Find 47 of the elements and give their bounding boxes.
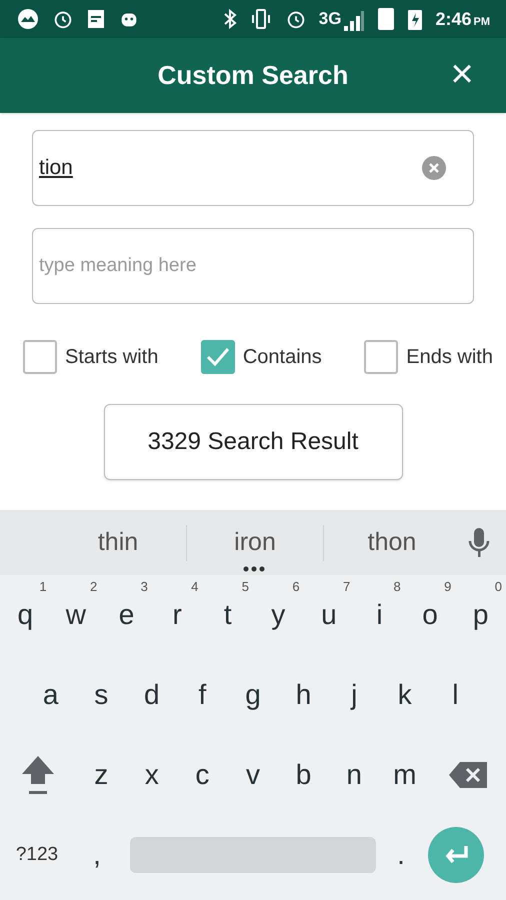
battery-icon <box>407 7 424 31</box>
symbols-key[interactable]: ?123 <box>6 825 68 885</box>
comma-key[interactable]: , <box>68 825 126 885</box>
letter-key[interactable]: f <box>177 663 228 727</box>
word-field[interactable]: tion <box>32 130 474 206</box>
suggestion[interactable]: thin <box>50 524 186 562</box>
letter-key[interactable]: c <box>177 743 228 807</box>
letter-key[interactable]: l <box>430 663 481 727</box>
letter-key[interactable]: n <box>328 743 380 807</box>
clock-period: PM <box>474 14 490 30</box>
close-button[interactable]: × <box>440 52 484 96</box>
checkbox[interactable] <box>23 340 57 374</box>
clock-time: 2:46 <box>435 8 472 30</box>
letter-key[interactable]: k <box>379 663 430 727</box>
microphone-icon[interactable] <box>468 526 490 558</box>
letter-key[interactable]: b <box>278 743 329 807</box>
letter-key[interactable]: s <box>76 663 127 727</box>
suggestion[interactable]: thon <box>324 524 460 562</box>
search-result-button[interactable]: 3329 Search Result <box>104 404 402 480</box>
backspace-icon[interactable] <box>448 761 488 789</box>
checkbox[interactable] <box>364 340 398 374</box>
more-icon[interactable] <box>243 566 265 572</box>
period-key[interactable]: . <box>376 825 426 885</box>
clear-icon[interactable] <box>422 156 446 180</box>
app-icon <box>16 7 40 31</box>
message-icon <box>86 8 106 30</box>
letter-key[interactable]: m <box>379 743 430 807</box>
option-label[interactable]: Starts with <box>65 342 158 372</box>
checkbox[interactable] <box>200 340 235 374</box>
letter-key[interactable]: v <box>228 743 278 807</box>
letter-key[interactable]: x <box>126 743 178 807</box>
network-type: 3G <box>318 8 342 30</box>
suggestion[interactable]: iron <box>187 524 323 562</box>
letter-key[interactable]: g <box>228 663 278 727</box>
dialog-title: Custom Search <box>158 59 348 92</box>
checkmark-icon <box>204 346 231 368</box>
letter-key[interactable]: a <box>25 663 76 727</box>
bluetooth-icon <box>222 8 237 30</box>
option-label[interactable]: Ends with <box>406 342 493 372</box>
letter-key[interactable]: z <box>76 743 127 807</box>
option-label[interactable]: Contains <box>242 342 322 372</box>
letter-key[interactable]: d <box>126 663 178 727</box>
signal-icon <box>343 10 366 32</box>
letter-key[interactable]: h <box>278 663 329 727</box>
letter-key[interactable]: j <box>328 663 380 727</box>
sim-icon <box>377 7 396 31</box>
meaning-field[interactable]: type meaning here <box>32 228 474 304</box>
